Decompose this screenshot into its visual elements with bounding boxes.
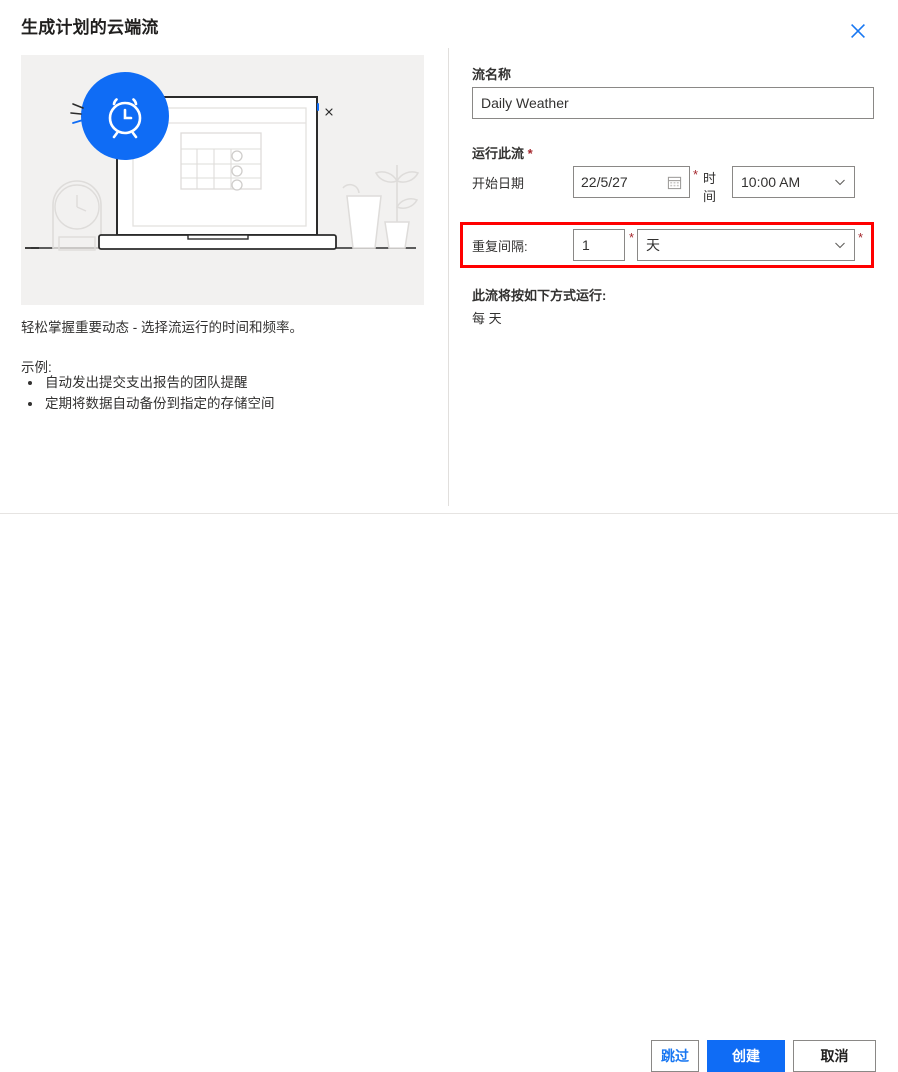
schedule-summary-title: 此流将按如下方式运行: (472, 288, 607, 303)
start-date-picker[interactable]: 22/5/27 (573, 166, 690, 198)
chevron-down-icon (834, 239, 846, 251)
required-asterisk: * (527, 146, 533, 161)
start-date-value: 22/5/27 (581, 174, 628, 190)
time-label: 时间 (703, 171, 717, 204)
panel-divider (448, 48, 449, 506)
interval-number-required-asterisk: * (629, 230, 635, 245)
interval-unit-required-asterisk: * (858, 230, 864, 245)
skip-button[interactable]: 跳过 (651, 1040, 699, 1072)
flow-settings-form: 流名称 运行此流 * 开始日期 22/5/27 * 时间 (460, 0, 876, 513)
cancel-button[interactable]: 取消 (793, 1040, 876, 1072)
start-date-required-asterisk: * (693, 167, 699, 182)
flow-name-label: 流名称 (472, 67, 512, 82)
chevron-down-icon (834, 176, 846, 188)
promo-text: 轻松掌握重要动态 - 选择流运行的时间和频率。 (21, 320, 303, 335)
time-value: 10:00 AM (741, 174, 801, 190)
start-date-label: 开始日期 (472, 176, 525, 191)
create-button[interactable]: 创建 (707, 1040, 785, 1072)
interval-number-input[interactable] (573, 229, 625, 261)
schedule-summary-value: 每 天 (472, 311, 502, 326)
left-info-panel: 轻松掌握重要动态 - 选择流运行的时间和频率。 示例: 自动发出提交支出报告的团… (0, 0, 448, 513)
list-item: 自动发出提交支出报告的团队提醒 (43, 372, 275, 393)
flow-name-input[interactable] (472, 87, 874, 119)
calendar-icon (667, 175, 682, 190)
interval-unit-value: 天 (646, 237, 660, 253)
interval-unit-dropdown[interactable]: 天 (637, 229, 855, 261)
run-this-flow-text: 运行此流 (472, 146, 525, 161)
list-item: 定期将数据自动备份到指定的存储空间 (43, 393, 275, 414)
scheduled-flow-illustration (21, 55, 424, 305)
time-dropdown[interactable]: 10:00 AM (732, 166, 855, 198)
dialog-footer: 跳过 创建 取消 (0, 514, 898, 1072)
interval-label: 重复间隔: (472, 239, 528, 254)
run-this-flow-label: 运行此流 * (472, 143, 533, 162)
examples-list: 自动发出提交支出报告的团队提醒 定期将数据自动备份到指定的存储空间 (21, 372, 275, 414)
